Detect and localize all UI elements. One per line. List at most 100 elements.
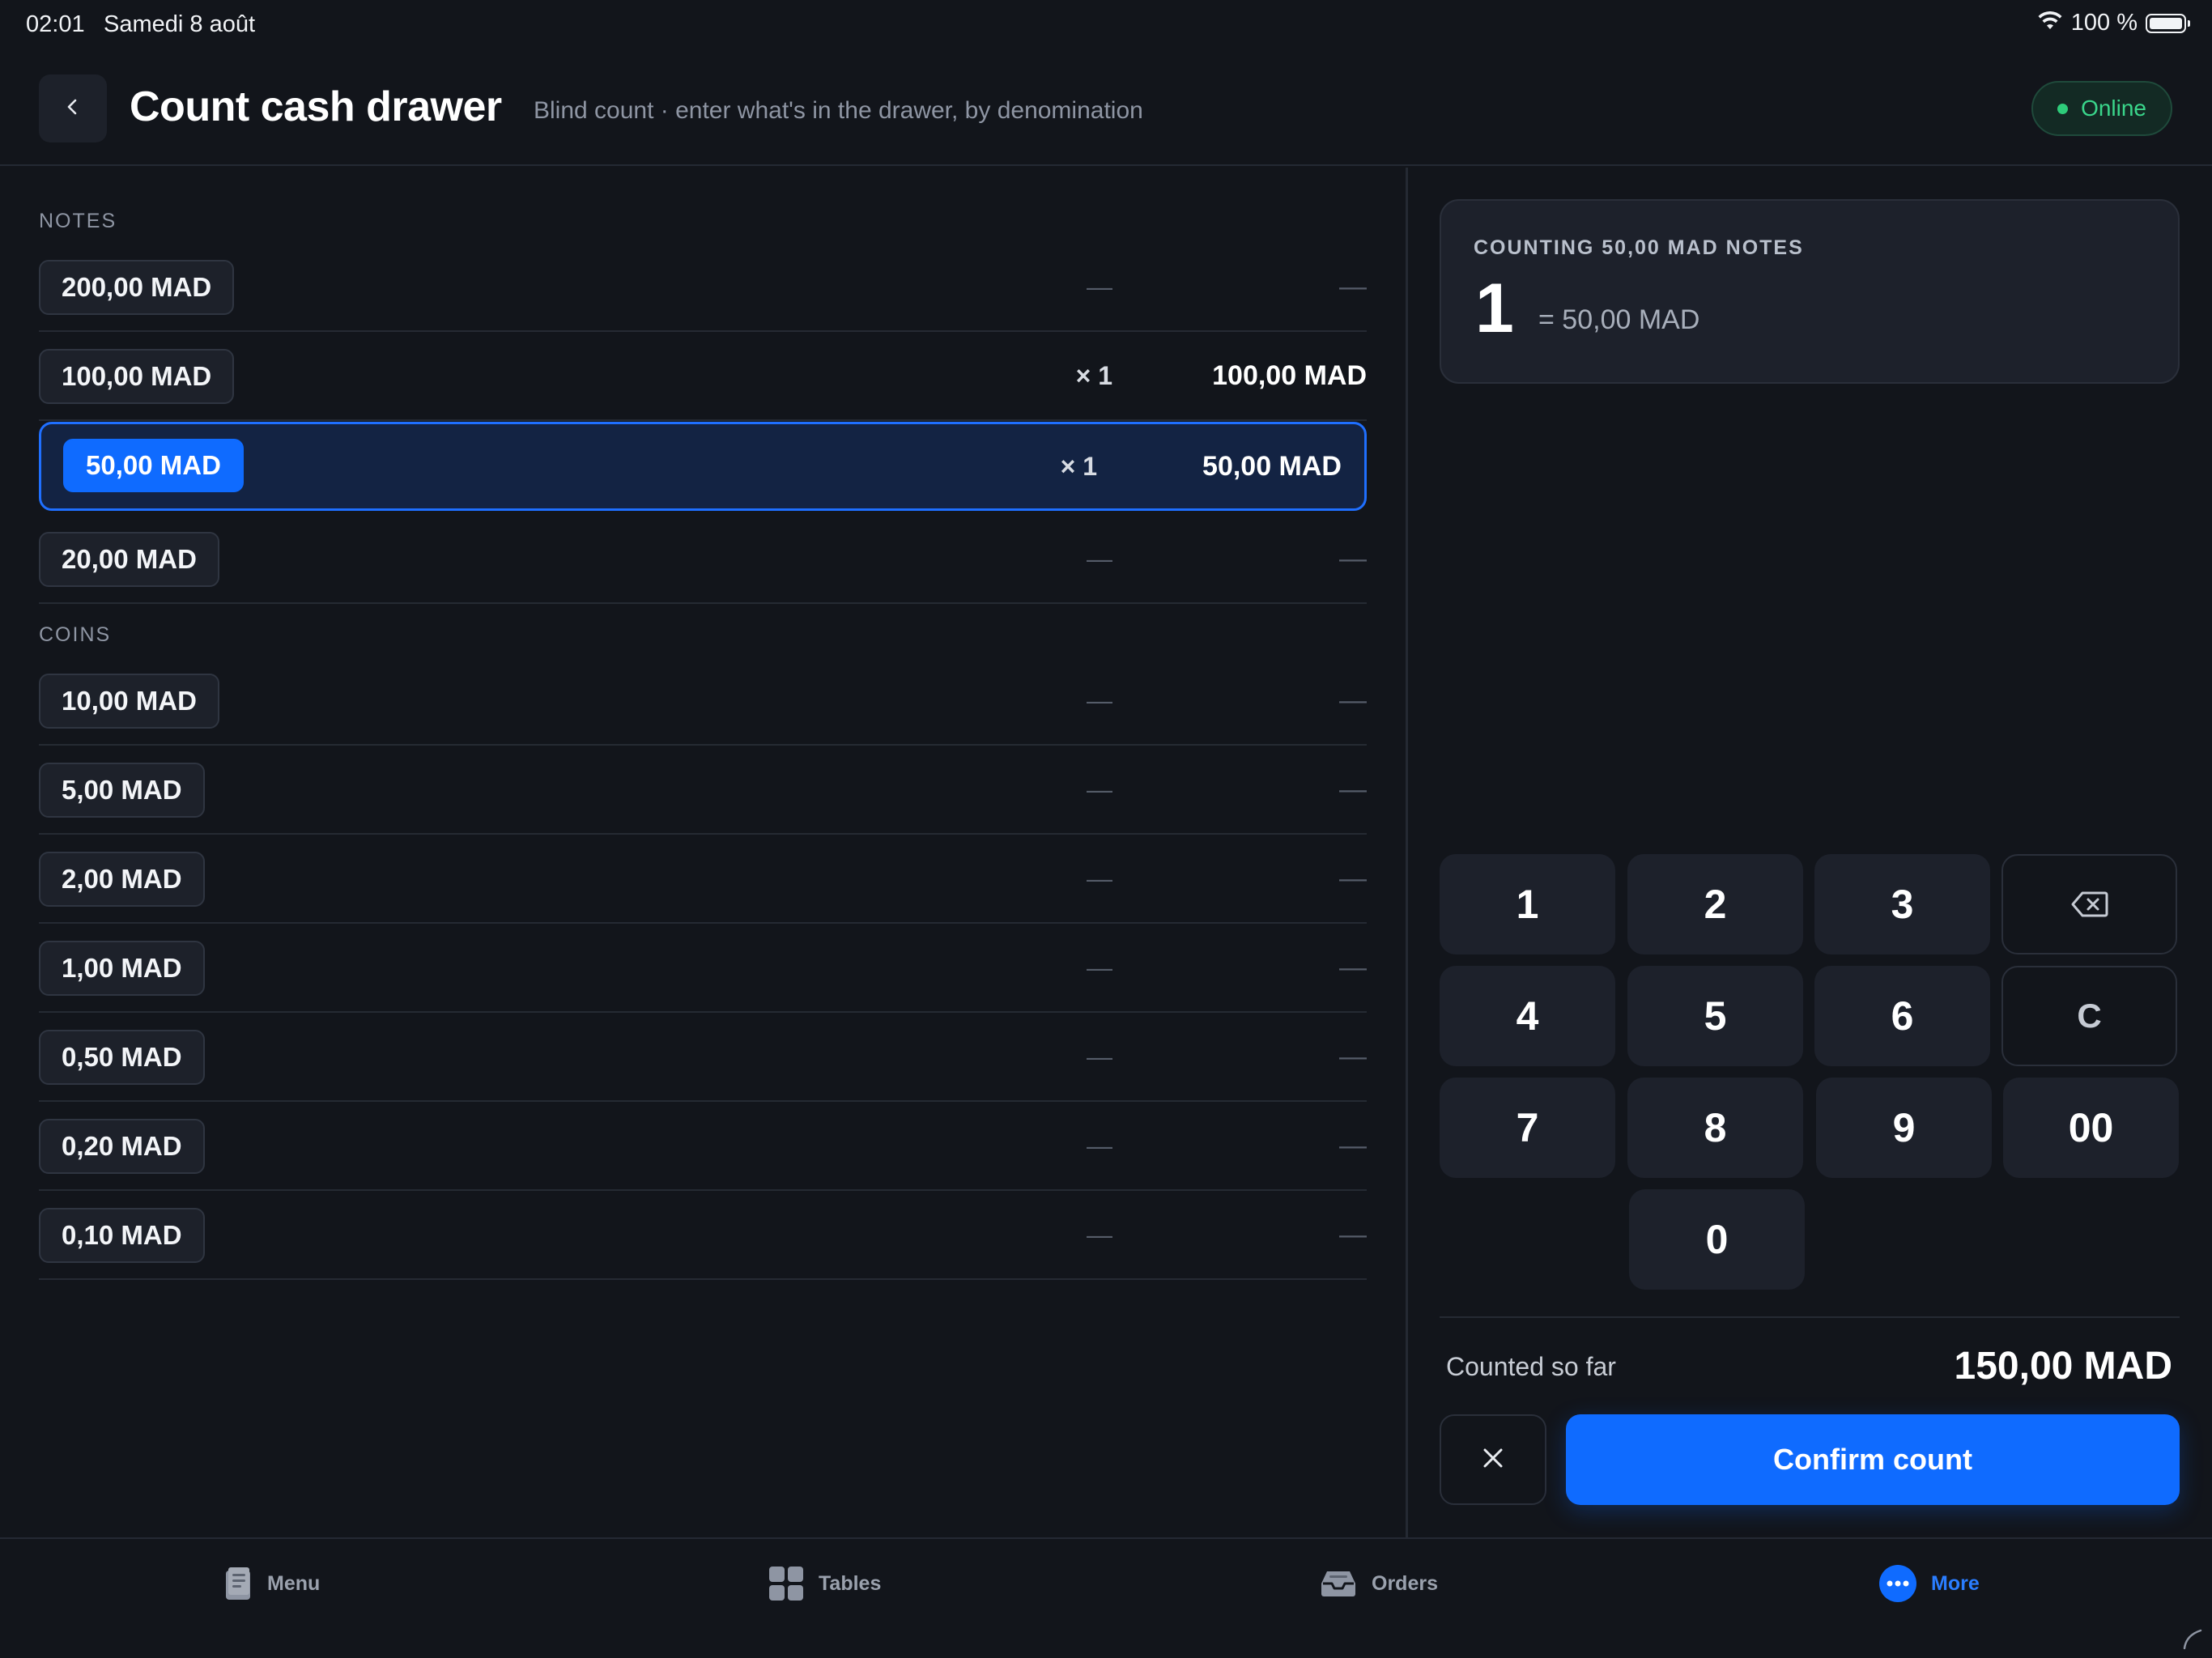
tab-menu[interactable]: Menu — [223, 1563, 320, 1604]
tab-label: Tables — [819, 1571, 882, 1595]
cancel-button[interactable] — [1440, 1414, 1546, 1505]
confirm-count-button[interactable]: Confirm count — [1566, 1414, 2180, 1505]
denomination-total: — — [1339, 684, 1367, 716]
denomination-list: NOTES 200,00 MAD — — 100,00 MAD × 1 100,… — [0, 168, 1406, 1537]
denomination-total: 50,00 MAD — [1202, 450, 1342, 482]
denomination-qty: — — [1087, 863, 1112, 893]
key-0[interactable]: 0 — [1629, 1189, 1805, 1290]
denomination-chip[interactable]: 100,00 MAD — [39, 349, 235, 404]
denomination-row-5[interactable]: 5,00 MAD — — — [39, 746, 1367, 835]
key-00[interactable]: 00 — [2003, 1078, 2179, 1178]
denomination-row-100[interactable]: 100,00 MAD × 1 100,00 MAD — [39, 332, 1367, 421]
tab-more[interactable]: More — [1879, 1563, 1980, 1604]
orders-tray-icon — [1320, 1569, 1357, 1598]
online-status-text: Online — [2081, 96, 2146, 121]
denomination-row-1[interactable]: 1,00 MAD — — — [39, 924, 1367, 1013]
backspace-icon — [2071, 881, 2108, 928]
key-4[interactable]: 4 — [1440, 966, 1615, 1066]
denomination-total: — — [1339, 270, 1367, 302]
denomination-row-20[interactable]: 20,00 MAD — — — [39, 515, 1367, 604]
battery-icon — [2146, 13, 2190, 33]
denomination-chip[interactable]: 200,00 MAD — [39, 260, 235, 315]
count-equals-amount: = 50,00 MAD — [1538, 304, 1700, 335]
denomination-qty: — — [1087, 271, 1112, 301]
denomination-row-200[interactable]: 200,00 MAD — — — [39, 243, 1367, 332]
key-5[interactable]: 5 — [1627, 966, 1803, 1066]
key-8[interactable]: 8 — [1627, 1078, 1803, 1178]
denomination-qty: — — [1087, 1130, 1112, 1160]
denomination-chip[interactable]: 0,50 MAD — [39, 1030, 205, 1085]
tab-label: More — [1931, 1571, 1980, 1595]
denomination-qty: × 1 — [1075, 360, 1112, 390]
count-display-card: COUNTING 50,00 MAD NOTES 1 = 50,00 MAD — [1440, 199, 2180, 384]
denomination-qty: — — [1087, 1041, 1112, 1071]
online-status-badge: Online — [2031, 81, 2172, 136]
denomination-chip[interactable]: 1,00 MAD — [39, 941, 205, 996]
denomination-total: 100,00 MAD — [1212, 359, 1367, 391]
denomination-total: — — [1339, 1040, 1367, 1072]
bottom-tab-bar: Menu Tables Orders More — [0, 1537, 2212, 1658]
status-time: 02:01 — [26, 11, 85, 37]
notes-section-label: NOTES — [39, 210, 117, 232]
count-label: COUNTING 50,00 MAD NOTES — [1474, 236, 1804, 259]
clear-button[interactable]: C — [2001, 966, 2177, 1066]
count-value: 1 — [1475, 270, 1514, 347]
denomination-row-0-10[interactable]: 0,10 MAD — — — [39, 1191, 1367, 1280]
denomination-chip[interactable]: 2,00 MAD — [39, 852, 205, 907]
close-icon — [1481, 1446, 1505, 1474]
denomination-chip[interactable]: 10,00 MAD — [39, 674, 219, 729]
counted-so-far-label: Counted so far — [1446, 1352, 1616, 1381]
resize-handle-icon — [2181, 1627, 2204, 1650]
key-9[interactable]: 9 — [1816, 1078, 1992, 1178]
denomination-qty: — — [1087, 1219, 1112, 1249]
tab-label: Menu — [267, 1571, 321, 1595]
denomination-chip[interactable]: 0,10 MAD — [39, 1208, 205, 1263]
denomination-chip[interactable]: 20,00 MAD — [39, 532, 219, 587]
online-dot-icon — [2057, 103, 2069, 114]
status-right: 100 % — [2037, 10, 2190, 36]
menu-book-icon — [223, 1566, 253, 1601]
tab-orders[interactable]: Orders — [1320, 1563, 1438, 1604]
app-root: 02:01 Samedi 8 août 100 % Count cash dra… — [0, 0, 2212, 1658]
status-date: Samedi 8 août — [104, 11, 256, 37]
tables-grid-icon — [768, 1566, 804, 1601]
denomination-qty: — — [1087, 543, 1112, 573]
denomination-chip[interactable]: 0,20 MAD — [39, 1119, 205, 1174]
more-dots-icon — [1879, 1565, 1916, 1602]
backspace-button[interactable] — [2001, 854, 2177, 954]
status-bar: 02:01 Samedi 8 août 100 % — [0, 0, 2212, 52]
denomination-qty: — — [1087, 952, 1112, 982]
denomination-row-0-20[interactable]: 0,20 MAD — — — [39, 1102, 1367, 1191]
denomination-total: — — [1339, 1218, 1367, 1250]
denomination-row-50-selected[interactable]: 50,00 MAD × 1 50,00 MAD — [39, 422, 1367, 511]
counted-so-far-value: 150,00 MAD — [1954, 1345, 2172, 1388]
denomination-total: — — [1339, 773, 1367, 805]
denomination-row-2[interactable]: 2,00 MAD — — — [39, 835, 1367, 924]
denomination-qty: × 1 — [1060, 451, 1097, 481]
denomination-total: — — [1339, 1129, 1367, 1161]
coins-section-label: COINS — [39, 623, 112, 646]
key-3[interactable]: 3 — [1814, 854, 1990, 954]
key-6[interactable]: 6 — [1814, 966, 1990, 1066]
key-1[interactable]: 1 — [1440, 854, 1615, 954]
denomination-qty: — — [1087, 774, 1112, 804]
battery-percent: 100 % — [2070, 10, 2138, 36]
chevron-left-icon — [63, 97, 83, 121]
summary-divider — [1440, 1316, 2180, 1318]
denomination-qty: — — [1087, 685, 1112, 715]
denomination-total: — — [1339, 862, 1367, 894]
denomination-row-0-50[interactable]: 0,50 MAD — — — [39, 1013, 1367, 1102]
denomination-total: — — [1339, 542, 1367, 574]
page-header: Count cash drawer Blind count · enter wh… — [0, 52, 2212, 166]
numeric-keypad: 1 2 3 4 5 6 C 7 8 9 00 0 — [1440, 854, 2180, 1291]
tab-tables[interactable]: Tables — [768, 1563, 881, 1604]
denomination-chip[interactable]: 50,00 MAD — [63, 439, 244, 492]
key-7[interactable]: 7 — [1440, 1078, 1615, 1178]
page-subtitle: Blind count · enter what's in the drawer… — [534, 97, 1143, 124]
denomination-chip[interactable]: 5,00 MAD — [39, 763, 205, 818]
denomination-row-10[interactable]: 10,00 MAD — — — [39, 657, 1367, 746]
key-2[interactable]: 2 — [1627, 854, 1803, 954]
back-button[interactable] — [39, 74, 107, 142]
tab-label: Orders — [1372, 1571, 1438, 1595]
denomination-total: — — [1339, 951, 1367, 983]
